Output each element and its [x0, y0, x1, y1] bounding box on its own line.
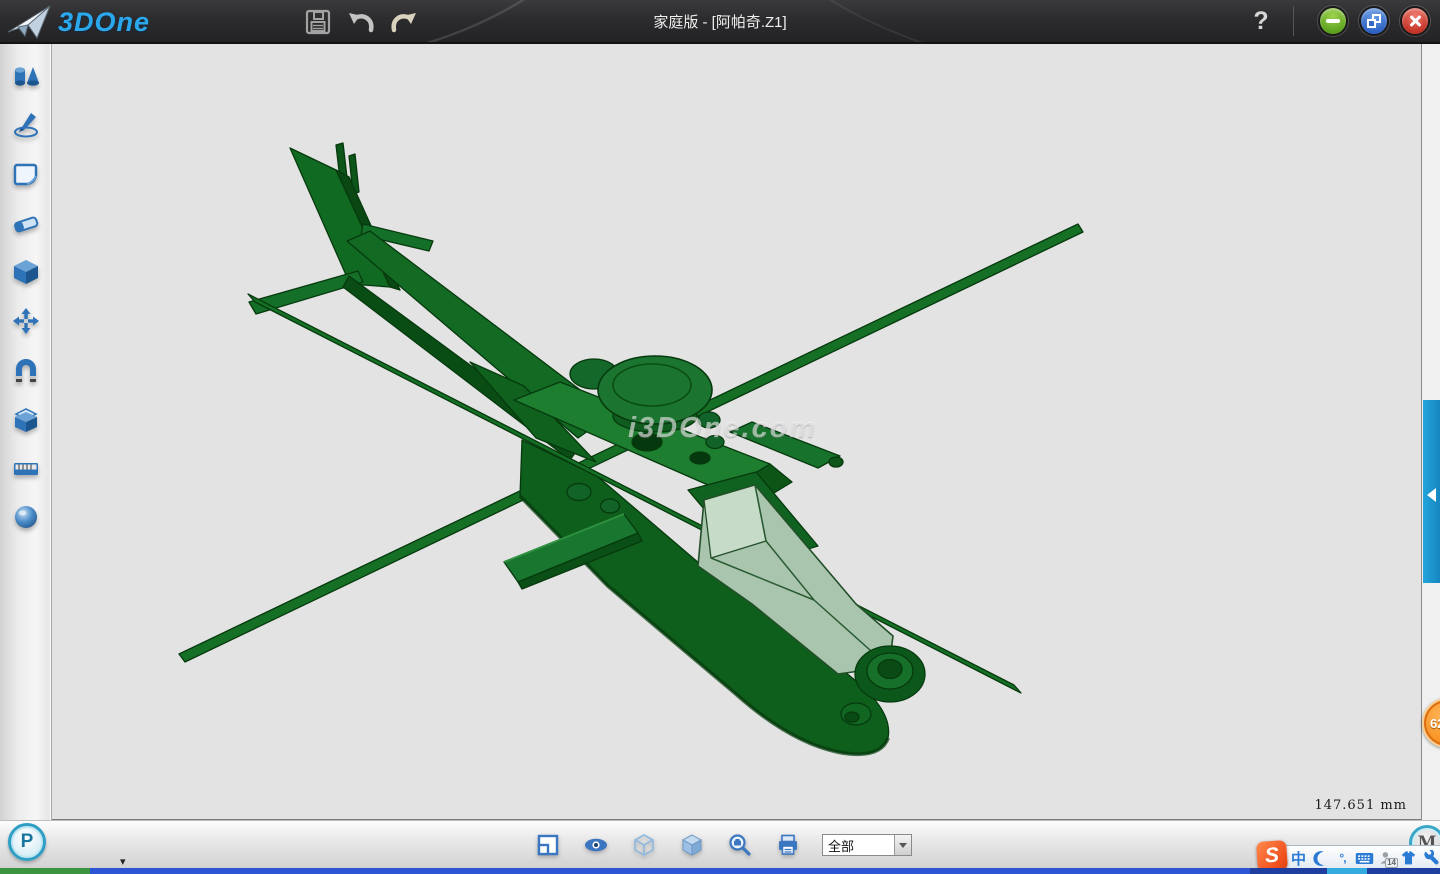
taskbar-highlight-segment — [1327, 868, 1367, 874]
filter-dropdown[interactable]: 全部 — [822, 834, 912, 856]
keyboard-icon[interactable] — [1355, 847, 1374, 869]
magnet-assembly-icon — [11, 356, 41, 384]
chevron-down-icon — [899, 843, 907, 848]
ime-lang-mode[interactable]: 中 — [1289, 847, 1308, 869]
rotor-blade-b — [248, 294, 1021, 693]
tool-measure[interactable] — [8, 450, 44, 486]
taskbar-start-segment — [0, 868, 90, 874]
move-arrows-icon — [11, 307, 41, 335]
visibility-eye-icon — [583, 834, 609, 856]
app-logo: 3DOne — [6, 2, 150, 42]
brand-text: 3DOne — [58, 7, 150, 38]
save-icon — [304, 8, 332, 36]
wireframe-display-button[interactable] — [629, 830, 659, 860]
close-button[interactable] — [1400, 6, 1430, 36]
panel-collapse-handle[interactable] — [1423, 400, 1440, 583]
redo-icon — [389, 8, 419, 36]
print-button[interactable] — [773, 830, 803, 860]
app-window: 3DOne — [0, 0, 1440, 874]
primitive-solids-icon — [11, 62, 41, 90]
restore-button[interactable] — [1359, 6, 1389, 36]
model-viewport[interactable]: i3DOne.com 147.651 mm — [52, 44, 1421, 820]
print-icon — [776, 833, 800, 857]
bottom-bar: P ▾ — [0, 820, 1440, 868]
sketch-pencil-icon — [11, 111, 41, 139]
window-controls — [1318, 6, 1430, 36]
wireframe-display-icon — [632, 833, 656, 857]
tool-sketch-surface[interactable] — [8, 156, 44, 192]
undo-button[interactable] — [346, 7, 376, 37]
viewport-layout-icon — [536, 833, 560, 857]
profile-badge[interactable]: P — [8, 823, 46, 861]
help-button[interactable]: ? — [1244, 4, 1278, 38]
minimize-button[interactable] — [1318, 6, 1348, 36]
user-count-badge: 14 — [1385, 858, 1398, 868]
zoom-capture-icon — [728, 833, 752, 857]
combine-box-icon — [11, 405, 41, 433]
eraser-edit-icon — [11, 209, 41, 237]
tool-material-sphere[interactable] — [8, 499, 44, 535]
titlebar: 3DOne — [0, 0, 1440, 44]
left-toolbar — [0, 44, 52, 820]
moon-icon[interactable] — [1311, 847, 1330, 869]
close-icon — [1408, 14, 1422, 28]
undo-icon — [346, 8, 376, 36]
wrench-icon[interactable] — [1421, 847, 1440, 869]
sketch-surface-icon — [11, 160, 41, 188]
minimize-icon — [1326, 19, 1340, 23]
filter-dropdown-button[interactable] — [894, 835, 911, 855]
os-taskbar-sliver[interactable] — [0, 868, 1440, 874]
save-button[interactable] — [303, 7, 333, 37]
measurement-readout: 147.651 mm — [1314, 798, 1407, 813]
punctuation-icon[interactable]: °, — [1333, 847, 1352, 869]
redo-button[interactable] — [389, 7, 419, 37]
feature-cube-icon — [11, 258, 41, 286]
profile-badge-letter: P — [21, 831, 34, 853]
tool-primitive-solids[interactable] — [8, 58, 44, 94]
tool-feature-cube[interactable] — [8, 254, 44, 290]
measure-ruler-icon — [11, 454, 41, 482]
tool-move[interactable] — [8, 303, 44, 339]
shaded-display-icon — [680, 833, 704, 857]
paper-plane-icon — [6, 2, 52, 42]
titlebar-separator — [1293, 6, 1294, 36]
filter-dropdown-value: 全部 — [823, 836, 894, 855]
tool-sketch[interactable] — [8, 107, 44, 143]
helicopter-model — [52, 44, 1421, 820]
skin-icon[interactable] — [1399, 847, 1418, 869]
viewport-layout-button[interactable] — [533, 830, 563, 860]
tool-magnet-assembly[interactable] — [8, 352, 44, 388]
tool-eraser-edit[interactable] — [8, 205, 44, 241]
collapse-left-arrow-icon — [1427, 488, 1436, 502]
shaded-display-button[interactable] — [677, 830, 707, 860]
restore-icon — [1367, 14, 1381, 28]
material-sphere-icon — [11, 503, 41, 531]
quick-actions — [303, 7, 419, 37]
profile-dropdown-caret[interactable]: ▾ — [120, 855, 126, 868]
tool-combine-box[interactable] — [8, 401, 44, 437]
user-icon[interactable]: 14 — [1377, 847, 1396, 869]
view-tools — [533, 830, 803, 860]
visibility-button[interactable] — [581, 830, 611, 860]
notification-count: 62 — [1430, 716, 1440, 731]
zoom-capture-button[interactable] — [725, 830, 755, 860]
titlebar-swoosh — [0, 0, 1440, 42]
